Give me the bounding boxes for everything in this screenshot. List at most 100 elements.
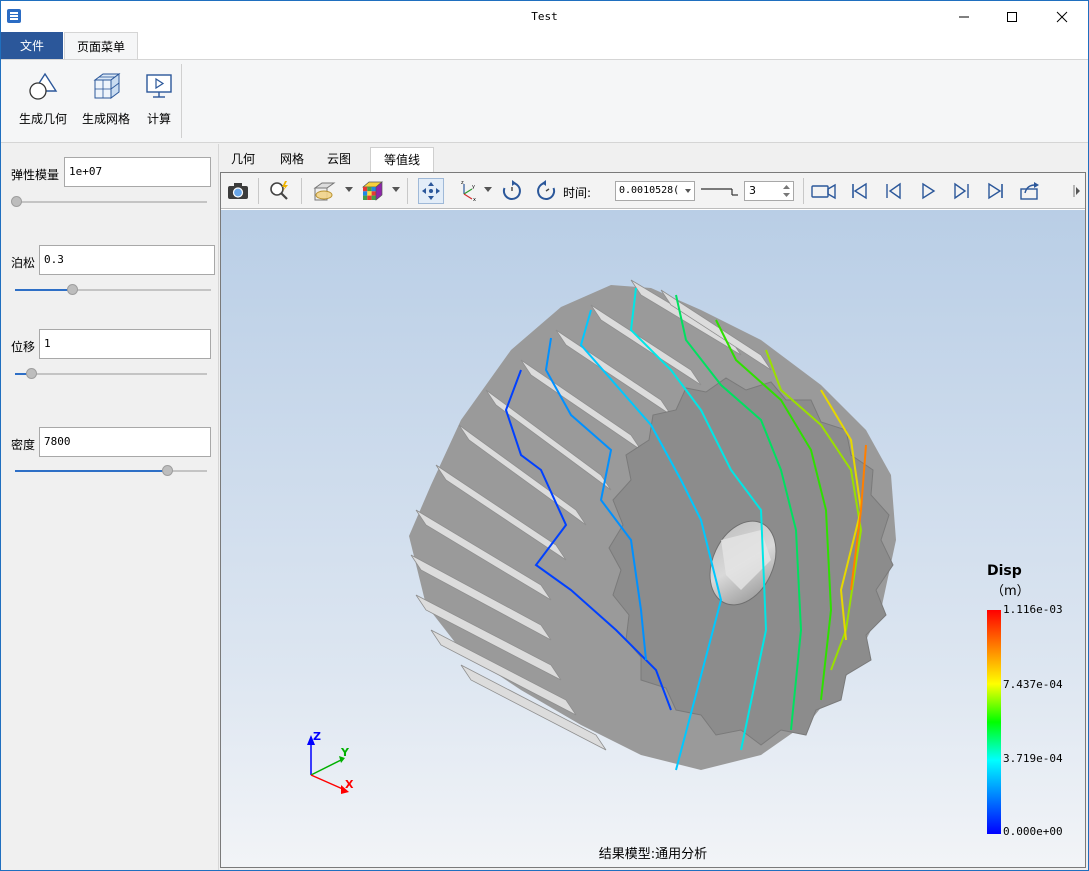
close-button[interactable]	[1039, 1, 1085, 32]
poisson-label: 泊松	[11, 256, 36, 270]
rotate-counterclockwise-icon	[537, 180, 556, 200]
tab-file[interactable]: 文件	[1, 32, 63, 60]
close-icon	[1056, 11, 1068, 23]
minimize-icon	[959, 16, 969, 18]
time-value: 0.0010528(	[619, 185, 680, 196]
rotate-cw-button[interactable]	[499, 178, 525, 204]
clip-plane-icon	[313, 182, 336, 201]
result-model-caption: 结果模型:通用分析	[598, 847, 708, 862]
window-title: Test	[531, 10, 558, 23]
slider-thumb[interactable]	[11, 196, 22, 207]
displacement-label: 位移	[11, 340, 36, 354]
x-axis-label: X	[345, 778, 354, 791]
play-button[interactable]	[915, 178, 941, 204]
color-scale-bar	[987, 610, 1001, 834]
svg-text:y: y	[472, 184, 475, 190]
parameter-panel: 弹性模量 1e+07 泊松 0.3 位移 1 密度 7800	[1, 144, 219, 870]
monitor-play-icon	[146, 74, 172, 98]
generate-geometry-button[interactable]: 生成几何	[15, 68, 71, 127]
compute-button[interactable]: 计算	[141, 68, 177, 127]
legend-tick-max: 1.116e-03	[1003, 603, 1063, 616]
poisson-slider[interactable]	[15, 284, 211, 295]
mesh-cube-icon	[93, 73, 121, 99]
legend-tick-min: 0.000e+00	[1003, 825, 1063, 838]
gear-body	[409, 279, 896, 770]
density-input[interactable]: 7800	[39, 427, 211, 457]
generate-mesh-button[interactable]: 生成网格	[79, 68, 133, 127]
skip-last-icon	[988, 182, 1003, 200]
tab-cloud[interactable]: 云图	[320, 147, 358, 172]
rotate-clockwise-icon	[502, 180, 521, 200]
maximize-button[interactable]	[989, 1, 1035, 32]
legend-tick-2: 7.437e-04	[1003, 678, 1063, 691]
legend-tick-1: 3.719e-04	[1003, 752, 1063, 765]
tab-mesh[interactable]: 网格	[273, 147, 311, 172]
elastic-modulus-label: 弹性模量	[11, 168, 60, 182]
ribbon-panel: 生成几何 生成网格 计算	[1, 59, 1088, 143]
slider-thumb[interactable]	[67, 284, 78, 295]
legend-unit: （m）	[991, 584, 1030, 599]
poisson-input[interactable]: 0.3	[39, 245, 215, 275]
ribbon-divider	[181, 64, 182, 138]
time-select[interactable]: 0.0010528(	[615, 181, 695, 201]
color-map-button[interactable]	[359, 178, 385, 204]
elastic-modulus-input[interactable]: 1e+07	[64, 157, 211, 187]
previous-frame-button[interactable]	[880, 178, 906, 204]
y-axis-label: Y	[340, 746, 350, 759]
clip-dropdown-arrow[interactable]	[345, 187, 353, 192]
pan-button[interactable]	[418, 178, 444, 204]
displacement-slider[interactable]	[15, 368, 207, 379]
minimize-button[interactable]	[941, 1, 987, 32]
step-back-icon	[886, 182, 901, 200]
elastic-modulus-slider[interactable]	[11, 196, 207, 207]
color-dropdown-arrow[interactable]	[392, 187, 400, 192]
line-style-icon	[701, 188, 738, 196]
maximize-icon	[1007, 12, 1017, 22]
export-icon	[1020, 182, 1039, 200]
svg-text:z: z	[461, 180, 464, 186]
skip-first-icon	[852, 182, 867, 200]
rotate-ccw-button[interactable]	[533, 178, 559, 204]
axes-dropdown-arrow[interactable]	[484, 187, 492, 192]
generate-geometry-label: 生成几何	[18, 112, 67, 126]
zoom-fit-button[interactable]	[267, 178, 293, 204]
export-button[interactable]	[1017, 178, 1043, 204]
move-arrows-icon	[422, 182, 440, 200]
tab-geometry[interactable]: 几何	[224, 147, 262, 172]
slider-thumb[interactable]	[26, 368, 37, 379]
toolbar-overflow-icon[interactable]	[1072, 184, 1082, 198]
first-frame-button[interactable]	[846, 178, 872, 204]
3d-canvas[interactable]: Z Y X Disp （m） 1.116e-03 7.437e-04 3.719…	[221, 210, 1085, 867]
viewer-toolbar: zyx 时间: 0.0010528(3	[221, 173, 1085, 209]
chevron-down-icon	[685, 189, 691, 193]
play-icon	[922, 182, 936, 200]
video-camera-icon	[811, 183, 836, 200]
frame-spinbox[interactable]: 3	[744, 181, 794, 201]
title-bar: Test	[1, 1, 1088, 32]
next-frame-button[interactable]	[949, 178, 975, 204]
displacement-input[interactable]: 1	[39, 329, 211, 359]
slider-thumb[interactable]	[162, 465, 173, 476]
ribbon-tab-bar: 文件 页面菜单	[1, 32, 1088, 60]
spin-arrows-icon[interactable]	[783, 184, 790, 198]
geometry-icon	[29, 72, 58, 100]
axes-view-button[interactable]: z y x	[454, 178, 480, 204]
clip-plane-button[interactable]	[311, 178, 337, 204]
axes-triad: Z Y X	[307, 730, 354, 794]
record-video-button[interactable]	[811, 178, 837, 204]
time-label: 时间:	[563, 186, 592, 200]
density-label: 密度	[11, 438, 36, 452]
frame-value: 3	[749, 184, 756, 197]
color-cube-icon	[362, 181, 383, 201]
screenshot-button[interactable]	[225, 178, 251, 204]
step-forward-icon	[954, 182, 969, 200]
compute-label: 计算	[146, 112, 171, 126]
legend-title: Disp	[987, 563, 1022, 579]
magnifier-bolt-icon	[270, 181, 288, 200]
result-viewer: zyx 时间: 0.0010528(3 Z Y X Disp （m） 1.11…	[220, 172, 1086, 868]
density-slider[interactable]	[15, 465, 207, 476]
generate-mesh-label: 生成网格	[81, 112, 130, 126]
tab-contour[interactable]: 等值线	[370, 147, 434, 172]
tab-page-menu[interactable]: 页面菜单	[64, 32, 138, 60]
last-frame-button[interactable]	[983, 178, 1009, 204]
